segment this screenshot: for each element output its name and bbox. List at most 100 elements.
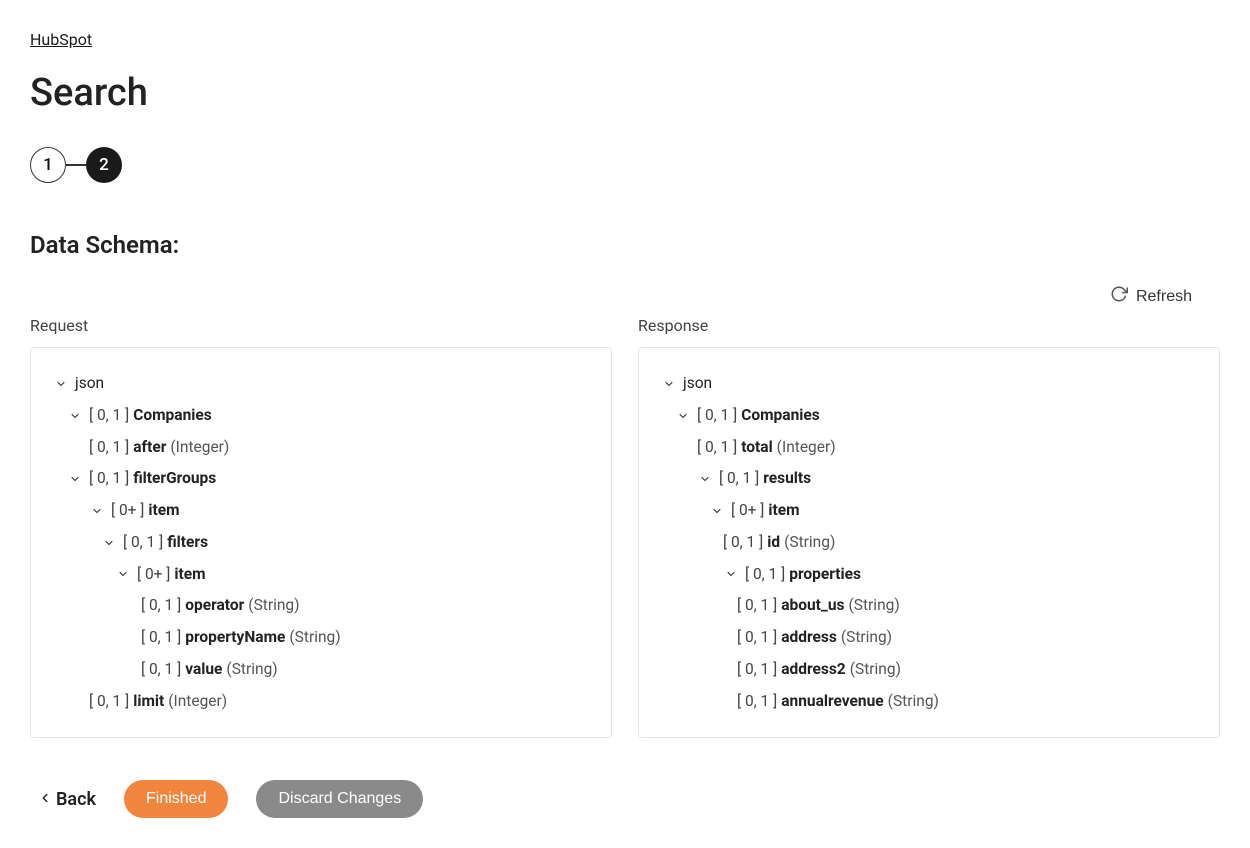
node-name: Companies [741, 400, 819, 432]
cardinality: [ 0, 1 ] [141, 590, 181, 622]
page-title: Search [30, 71, 1220, 115]
node-name: operator [185, 590, 244, 622]
node-name: results [763, 463, 811, 495]
cardinality: [ 0+ ] [137, 559, 170, 591]
chevron-down-icon[interactable] [661, 378, 677, 390]
request-label: Request [30, 316, 612, 335]
stepper: 1 2 [30, 147, 1220, 183]
tree-node: [ 0+ ] item [661, 495, 1197, 527]
finished-button[interactable]: Finished [124, 780, 228, 818]
tree-node: [ 0, 1 ] filters [53, 527, 589, 559]
tree-node: json [661, 368, 1197, 400]
cardinality: [ 0, 1 ] [745, 559, 785, 591]
node-type: (Integer) [168, 686, 227, 718]
breadcrumb: HubSpot [30, 30, 1220, 49]
refresh-label: Refresh [1136, 288, 1192, 306]
cardinality: [ 0, 1 ] [723, 527, 763, 559]
cardinality: [ 0, 1 ] [719, 463, 759, 495]
node-name: value [185, 654, 222, 686]
tree-node: [ 0, 1 ] annualrevenue (String) [661, 686, 1197, 718]
chevron-down-icon[interactable] [115, 568, 131, 580]
cardinality: [ 0+ ] [111, 495, 144, 527]
tree-node: [ 0, 1 ] filterGroups [53, 463, 589, 495]
node-type: (Integer) [170, 432, 229, 464]
response-label: Response [638, 316, 1220, 335]
node-type: (String) [248, 590, 299, 622]
node-name: total [741, 432, 772, 464]
tree-node: [ 0, 1 ] operator (String) [53, 590, 589, 622]
cardinality: [ 0, 1 ] [737, 686, 777, 718]
node-name: item [148, 495, 179, 527]
node-name: about_us [781, 590, 844, 622]
cardinality: [ 0+ ] [731, 495, 764, 527]
tree-node: [ 0+ ] item [53, 559, 589, 591]
node-name: properties [789, 559, 861, 591]
discard-button[interactable]: Discard Changes [256, 780, 423, 818]
chevron-down-icon[interactable] [67, 473, 83, 485]
tree-node: [ 0, 1 ] limit (Integer) [53, 686, 589, 718]
tree-node: [ 0, 1 ] properties [661, 559, 1197, 591]
chevron-down-icon[interactable] [675, 410, 691, 422]
chevron-down-icon[interactable] [101, 537, 117, 549]
chevron-down-icon[interactable] [709, 505, 725, 517]
tree-node: json [53, 368, 589, 400]
chevron-down-icon[interactable] [67, 410, 83, 422]
cardinality: [ 0, 1 ] [697, 432, 737, 464]
back-link[interactable]: Back [38, 789, 96, 810]
node-type: (String) [841, 622, 892, 654]
node-name: filters [167, 527, 208, 559]
node-name: address2 [781, 654, 845, 686]
node-type: (String) [784, 527, 835, 559]
step-2[interactable]: 2 [86, 147, 122, 183]
cardinality: [ 0, 1 ] [141, 654, 181, 686]
section-title: Data Schema: [30, 231, 1220, 259]
refresh-button[interactable]: Refresh [1110, 285, 1192, 308]
tree-node: [ 0, 1 ] address2 (String) [661, 654, 1197, 686]
node-type: (String) [289, 622, 340, 654]
node-name: limit [133, 686, 164, 718]
node-type: (Integer) [777, 432, 836, 464]
cardinality: [ 0, 1 ] [89, 463, 129, 495]
tree-node: [ 0, 1 ] Companies [53, 400, 589, 432]
node-name: after [133, 432, 166, 464]
node-type: (String) [848, 590, 899, 622]
chevron-down-icon[interactable] [723, 568, 739, 580]
tree-node: [ 0, 1 ] results [661, 463, 1197, 495]
tree-node: [ 0+ ] item [53, 495, 589, 527]
cardinality: [ 0, 1 ] [737, 590, 777, 622]
response-panel: json[ 0, 1 ] Companies[ 0, 1 ] total (In… [638, 347, 1220, 738]
node-name: filterGroups [133, 463, 216, 495]
tree-node: [ 0, 1 ] id (String) [661, 527, 1197, 559]
tree-node: [ 0, 1 ] Companies [661, 400, 1197, 432]
breadcrumb-link-hubspot[interactable]: HubSpot [30, 30, 92, 49]
node-name: address [781, 622, 837, 654]
cardinality: [ 0, 1 ] [89, 432, 129, 464]
node-type: (String) [888, 686, 939, 718]
cardinality: [ 0, 1 ] [141, 622, 181, 654]
chevron-left-icon [38, 789, 52, 810]
step-connector [66, 164, 86, 166]
cardinality: [ 0, 1 ] [89, 686, 129, 718]
tree-node: [ 0, 1 ] address (String) [661, 622, 1197, 654]
cardinality: [ 0, 1 ] [89, 400, 129, 432]
cardinality: [ 0, 1 ] [737, 654, 777, 686]
node-name: item [768, 495, 799, 527]
tree-node: [ 0, 1 ] total (Integer) [661, 432, 1197, 464]
cardinality: [ 0, 1 ] [123, 527, 163, 559]
cardinality: [ 0, 1 ] [737, 622, 777, 654]
refresh-icon [1110, 285, 1128, 308]
node-type: (String) [226, 654, 277, 686]
tree-node: [ 0, 1 ] about_us (String) [661, 590, 1197, 622]
request-panel: json[ 0, 1 ] Companies[ 0, 1 ] after (In… [30, 347, 612, 738]
node-name: id [767, 527, 780, 559]
node-name: json [683, 368, 712, 400]
tree-node: [ 0, 1 ] value (String) [53, 654, 589, 686]
chevron-down-icon[interactable] [53, 378, 69, 390]
step-1[interactable]: 1 [30, 147, 66, 183]
tree-node: [ 0, 1 ] after (Integer) [53, 432, 589, 464]
chevron-down-icon[interactable] [697, 473, 713, 485]
node-name: item [174, 559, 205, 591]
back-label: Back [56, 789, 96, 810]
node-name: Companies [133, 400, 211, 432]
chevron-down-icon[interactable] [89, 505, 105, 517]
